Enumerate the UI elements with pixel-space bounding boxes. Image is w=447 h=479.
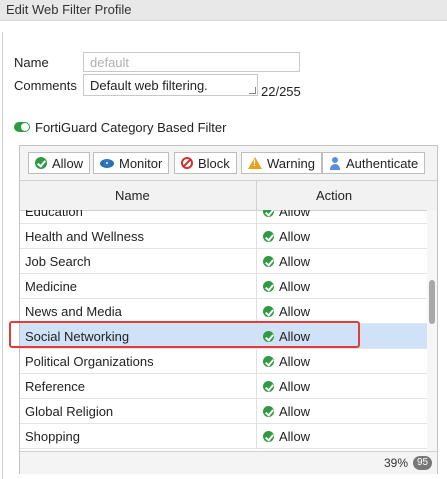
comments-label: Comments [14, 78, 77, 93]
monitor-button-label: Monitor [119, 155, 163, 171]
action-toolbar: Allow Monitor Block Warning Authenticate [20, 146, 437, 180]
cell-divider [256, 349, 257, 374]
column-divider[interactable] [256, 181, 257, 210]
action-label: Allow [279, 404, 311, 419]
window-title: Edit Web Filter Profile [6, 2, 132, 17]
category-filter-table: Allow Monitor Block Warning Authenticate… [19, 145, 438, 474]
category-name: Job Search [25, 254, 91, 269]
table-row[interactable]: Medicine Allow [20, 274, 427, 299]
allow-button[interactable]: Allow [28, 152, 91, 174]
action-cell: Allow [263, 379, 310, 394]
cell-divider [256, 224, 257, 249]
check-circle-icon [263, 210, 274, 217]
authenticate-button[interactable]: Authenticate [322, 152, 426, 174]
name-label: Name [14, 55, 49, 70]
category-name: Medicine [25, 279, 78, 294]
column-header-name[interactable]: Name [115, 188, 150, 203]
category-name: News and Media [25, 304, 122, 319]
check-circle-icon [263, 356, 274, 367]
scrollbar-track[interactable] [427, 210, 437, 451]
authenticate-button-label: Authenticate [346, 155, 419, 171]
allow-button-label: Allow [52, 155, 84, 171]
action-label: Allow [279, 304, 311, 319]
table-row[interactable]: Education Allow [20, 210, 427, 224]
check-circle-icon [35, 157, 47, 169]
table-row[interactable]: Health and Wellness Allow [20, 224, 427, 249]
selection-highlight-annotation [9, 321, 360, 348]
table-row[interactable]: Reference Allow [20, 374, 427, 399]
category-name: Political Organizations [25, 354, 154, 369]
category-name: Education [25, 210, 83, 219]
table-row[interactable]: Shopping Allow [20, 424, 427, 449]
name-input[interactable]: default [83, 52, 300, 72]
comments-textarea[interactable]: Default web filtering. [83, 74, 258, 96]
category-filter-toggle[interactable] [14, 122, 30, 132]
check-circle-icon [263, 256, 274, 267]
check-circle-icon [263, 431, 274, 442]
row-count-badge: 95 [413, 456, 433, 470]
action-cell: Allow [263, 304, 310, 319]
warning-icon [248, 157, 262, 169]
resize-handle-icon[interactable] [249, 87, 256, 94]
action-label: Allow [279, 354, 311, 369]
check-circle-icon [263, 381, 274, 392]
block-button-label: Block [198, 155, 230, 171]
action-cell: Allow [263, 229, 310, 244]
column-header-action[interactable]: Action [316, 188, 352, 203]
table-row[interactable]: Job Search Allow [20, 249, 427, 274]
warning-button-label: Warning [267, 155, 315, 171]
scrollbar-thumb[interactable] [429, 280, 435, 324]
action-label: Allow [279, 254, 311, 269]
check-circle-icon [263, 231, 274, 242]
table-footer: 39% 95 [20, 451, 437, 474]
cell-divider [256, 399, 257, 424]
action-label: Allow [279, 229, 311, 244]
block-button[interactable]: Block [174, 152, 237, 174]
cell-divider [256, 424, 257, 449]
category-name: Health and Wellness [25, 229, 144, 244]
block-icon [181, 157, 193, 169]
action-cell: Allow [263, 429, 310, 444]
action-cell: Allow [263, 254, 310, 269]
warning-button[interactable]: Warning [241, 152, 322, 174]
section-title: FortiGuard Category Based Filter [35, 120, 227, 135]
check-circle-icon [263, 306, 274, 317]
title-bar: Edit Web Filter Profile [0, 0, 447, 21]
user-icon [329, 156, 341, 170]
table-row[interactable]: Global Religion Allow [20, 399, 427, 424]
table-row[interactable]: Political Organizations Allow [20, 349, 427, 374]
action-label: Allow [279, 429, 311, 444]
cell-divider [256, 210, 257, 224]
cell-divider [256, 374, 257, 399]
eye-icon [100, 158, 114, 168]
action-cell: Allow [263, 279, 310, 294]
comments-value: Default web filtering. [90, 78, 208, 93]
table-header: Name Action [20, 180, 437, 211]
action-label: Allow [279, 379, 311, 394]
action-cell: Allow [263, 354, 310, 369]
action-cell: Allow [263, 210, 310, 219]
monitor-button[interactable]: Monitor [93, 152, 170, 174]
check-circle-icon [263, 281, 274, 292]
check-circle-icon [263, 406, 274, 417]
action-cell: Allow [263, 404, 310, 419]
cell-divider [256, 249, 257, 274]
comments-char-counter: 22/255 [261, 84, 301, 99]
category-name: Reference [25, 379, 85, 394]
scroll-percent: 39% [384, 456, 409, 470]
action-label: Allow [279, 210, 311, 219]
cell-divider [256, 274, 257, 299]
action-label: Allow [279, 279, 311, 294]
category-name: Shopping [25, 429, 80, 444]
category-name: Global Religion [25, 404, 114, 419]
